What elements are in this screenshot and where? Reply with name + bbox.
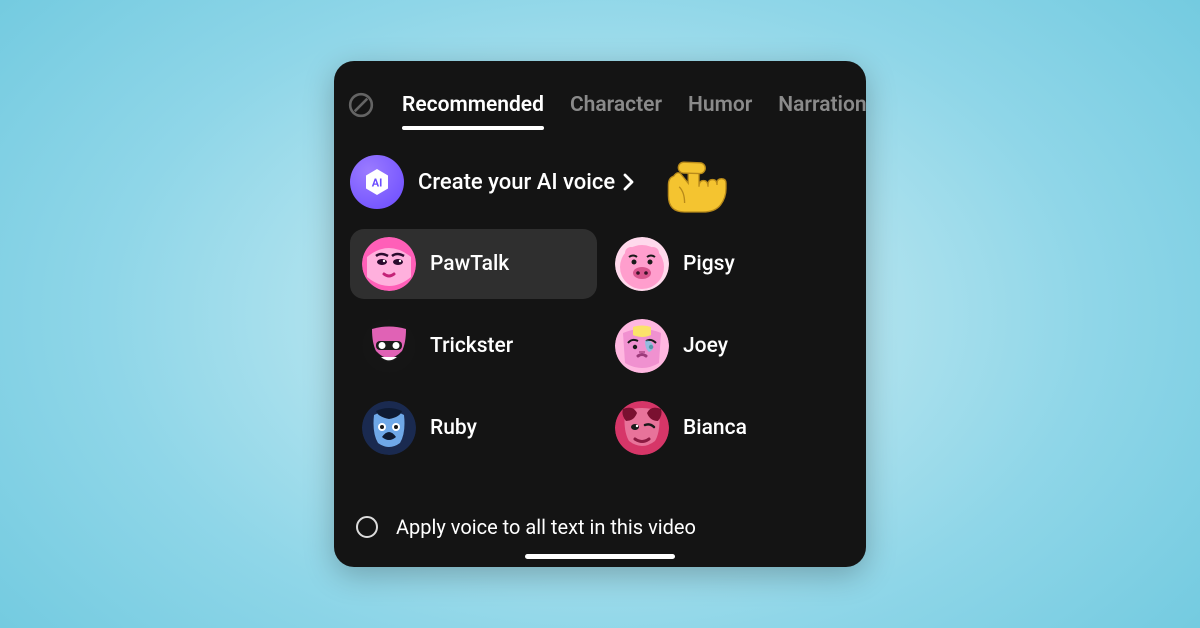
voice-label: Trickster	[430, 334, 513, 358]
voice-option-pawtalk[interactable]: PawTalk	[350, 229, 597, 299]
voice-option-joey[interactable]: Joey	[603, 311, 850, 381]
ai-badge-icon: AI	[350, 155, 404, 209]
avatar	[615, 401, 669, 455]
pointing-hand-icon	[654, 149, 744, 219]
avatar	[362, 401, 416, 455]
tab-recommended[interactable]: Recommended	[402, 93, 544, 117]
voice-label: Bianca	[683, 416, 747, 440]
voice-option-partial[interactable]	[603, 475, 850, 481]
tabs-bar: Recommended Character Humor Narration	[334, 83, 866, 127]
voice-picker-modal: Recommended Character Humor Narration AI…	[334, 61, 866, 567]
tab-character[interactable]: Character	[570, 93, 662, 117]
avatar	[362, 237, 416, 291]
create-ai-voice-button[interactable]: AI Create your AI voice	[334, 127, 866, 225]
chevron-right-icon	[623, 173, 635, 191]
voice-grid: PawTalk Pigsy Trickster Joey Ruby	[334, 225, 866, 481]
tab-narration[interactable]: Narration	[778, 93, 866, 117]
apply-all-label: Apply voice to all text in this video	[396, 515, 696, 539]
voice-label: Joey	[683, 334, 728, 358]
tab-humor[interactable]: Humor	[688, 93, 752, 117]
radio-unchecked-icon	[356, 516, 378, 538]
voice-option-ruby[interactable]: Ruby	[350, 393, 597, 463]
voice-label: Ruby	[430, 416, 477, 440]
svg-text:AI: AI	[372, 177, 383, 190]
cancel-icon[interactable]	[348, 90, 374, 120]
apply-all-toggle[interactable]: Apply voice to all text in this video	[356, 515, 844, 539]
voice-option-partial[interactable]	[350, 475, 597, 481]
avatar	[362, 319, 416, 373]
voice-label: Pigsy	[683, 252, 735, 276]
avatar	[615, 237, 669, 291]
voice-option-trickster[interactable]: Trickster	[350, 311, 597, 381]
create-ai-voice-label: Create your AI voice	[418, 170, 635, 195]
home-indicator	[525, 554, 675, 559]
voice-option-bianca[interactable]: Bianca	[603, 393, 850, 463]
avatar	[615, 319, 669, 373]
voice-label: PawTalk	[430, 252, 509, 276]
voice-option-pigsy[interactable]: Pigsy	[603, 229, 850, 299]
